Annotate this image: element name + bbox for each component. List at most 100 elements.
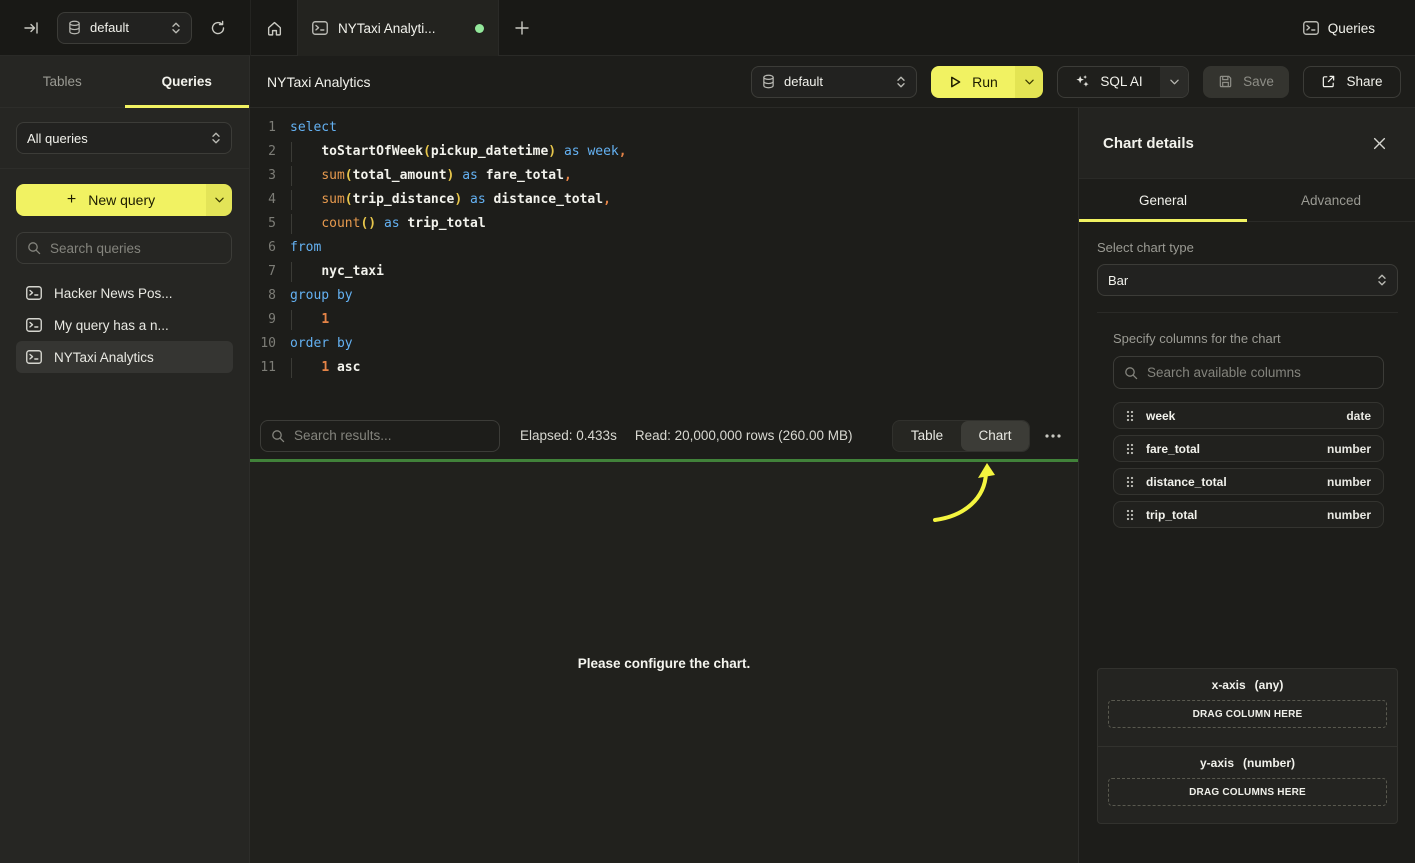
query-item-label: NYTaxi Analytics: [54, 350, 154, 365]
sql-editor[interactable]: 1 select2 toStartOfWeek(pickup_datetime) …: [250, 108, 1078, 412]
queries-menu-button[interactable]: Queries: [1303, 0, 1375, 56]
code-line-6[interactable]: 6from: [250, 236, 1078, 260]
y-axis-drop-zone[interactable]: DRAG COLUMNS HERE: [1108, 778, 1387, 806]
code-line-3[interactable]: 3 sum(total_amount) as fare_total,: [250, 164, 1078, 188]
code-text[interactable]: sum(trip_distance) as distance_total,: [290, 188, 611, 212]
column-row-week[interactable]: week date: [1113, 402, 1384, 429]
collapse-sidebar-icon[interactable]: [14, 11, 48, 45]
more-options-icon[interactable]: [1042, 425, 1064, 447]
code-text[interactable]: from: [290, 236, 321, 260]
drag-handle-icon[interactable]: [1126, 509, 1134, 521]
column-name: fare_total: [1146, 442, 1200, 456]
code-line-8[interactable]: 8group by: [250, 284, 1078, 308]
refresh-icon[interactable]: [202, 12, 234, 44]
database-selector[interactable]: default: [57, 12, 192, 44]
code-text[interactable]: nyc_taxi: [290, 260, 384, 284]
query-filter-select[interactable]: All queries: [16, 122, 232, 154]
code-line-2[interactable]: 2 toStartOfWeek(pickup_datetime) as week…: [250, 140, 1078, 164]
chevron-updown-icon: [171, 21, 181, 35]
code-text[interactable]: 1: [290, 308, 329, 332]
query-list-item[interactable]: My query has a n...: [16, 309, 233, 341]
code-line-5[interactable]: 5 count() as trip_total: [250, 212, 1078, 236]
code-line-9[interactable]: 9 1: [250, 308, 1078, 332]
code-text[interactable]: toStartOfWeek(pickup_datetime) as week,: [290, 140, 627, 164]
query-list-item[interactable]: Hacker News Pos...: [16, 277, 233, 309]
new-query-dropdown[interactable]: [206, 184, 232, 216]
code-text[interactable]: select: [290, 116, 337, 140]
search-results-input[interactable]: [294, 428, 489, 443]
new-tab-button[interactable]: [499, 0, 545, 56]
sql-ai-label: SQL AI: [1100, 74, 1142, 89]
query-terminal-icon: [312, 21, 328, 35]
sidebar-tab-queries[interactable]: Queries: [125, 56, 250, 107]
line-number: 4: [250, 188, 276, 212]
new-query-button[interactable]: + New query: [16, 184, 232, 216]
close-icon[interactable]: [1367, 131, 1391, 155]
column-row-trip-total[interactable]: trip_total number: [1113, 501, 1384, 528]
code-text[interactable]: order by: [290, 332, 353, 356]
run-button[interactable]: Run: [931, 66, 1015, 98]
column-row-distance-total[interactable]: distance_total number: [1113, 468, 1384, 495]
elapsed-time: Elapsed: 0.433s: [520, 428, 617, 443]
line-number: 5: [250, 212, 276, 236]
code-line-1[interactable]: 1 select: [250, 116, 1078, 140]
search-icon: [271, 429, 285, 443]
sidebar: Tables Queries All queries + New query H…: [0, 56, 250, 863]
queries-terminal-icon: [1303, 21, 1319, 35]
column-type: number: [1327, 475, 1371, 489]
query-terminal-icon: [26, 318, 42, 332]
code-text[interactable]: count() as trip_total: [290, 212, 486, 236]
line-number: 1: [250, 116, 276, 140]
line-number: 10: [250, 332, 276, 356]
column-row-fare-total[interactable]: fare_total number: [1113, 435, 1384, 462]
page-title: NYTaxi Analytics: [267, 74, 370, 90]
chevron-down-icon: [215, 197, 224, 203]
save-label: Save: [1243, 74, 1274, 89]
plus-icon: +: [67, 191, 76, 209]
save-button[interactable]: Save: [1203, 66, 1289, 98]
run-database-selector[interactable]: default: [751, 66, 917, 98]
code-text[interactable]: 1 asc: [290, 356, 360, 380]
run-options-dropdown[interactable]: [1015, 66, 1043, 98]
query-terminal-icon: [26, 286, 42, 300]
tab-nytaxi-analytics[interactable]: NYTaxi Analyti...: [297, 0, 499, 56]
code-line-10[interactable]: 10 order by: [250, 332, 1078, 356]
search-queries-input[interactable]: [50, 241, 227, 256]
sql-ai-button-group: SQL AI: [1057, 66, 1189, 98]
share-button[interactable]: Share: [1303, 66, 1401, 98]
sql-ai-button[interactable]: SQL AI: [1058, 67, 1160, 97]
home-icon: [266, 20, 283, 37]
tab-chart-view[interactable]: Chart: [961, 421, 1029, 451]
sidebar-tab-tables[interactable]: Tables: [0, 56, 125, 107]
chart-type-label: Select chart type: [1097, 240, 1398, 255]
sql-ai-dropdown[interactable]: [1160, 67, 1188, 97]
search-columns-input[interactable]: [1147, 365, 1373, 380]
share-icon: [1321, 74, 1336, 89]
query-list-item-selected[interactable]: NYTaxi Analytics: [16, 341, 233, 373]
code-text[interactable]: group by: [290, 284, 353, 308]
chart-panel-tabs: General Advanced: [1079, 178, 1415, 222]
tab-general[interactable]: General: [1079, 179, 1247, 221]
code-line-11[interactable]: 11 1 asc: [250, 356, 1078, 380]
home-button[interactable]: [250, 0, 297, 56]
drag-handle-icon[interactable]: [1126, 476, 1134, 488]
new-query-label: New query: [88, 192, 155, 208]
query-terminal-icon: [26, 350, 42, 364]
drag-handle-icon[interactable]: [1126, 443, 1134, 455]
run-label: Run: [972, 74, 998, 90]
chart-panel-title: Chart details: [1103, 135, 1194, 152]
tab-table-view[interactable]: Table: [893, 421, 961, 451]
x-axis-drop-zone[interactable]: DRAG COLUMN HERE: [1108, 700, 1387, 728]
code-text[interactable]: sum(total_amount) as fare_total,: [290, 164, 572, 188]
axes-config-box: x-axis(any) DRAG COLUMN HERE y-axis(numb…: [1097, 668, 1398, 824]
y-axis-label: y-axis: [1200, 756, 1234, 770]
new-query-main[interactable]: + New query: [16, 184, 206, 216]
tab-advanced[interactable]: Advanced: [1247, 179, 1415, 221]
code-line-4[interactable]: 4 sum(trip_distance) as distance_total,: [250, 188, 1078, 212]
chart-type-select[interactable]: Bar: [1097, 264, 1398, 296]
rows-read: Read: 20,000,000 rows (260.00 MB): [635, 428, 853, 443]
code-line-7[interactable]: 7 nyc_taxi: [250, 260, 1078, 284]
y-axis-zone: y-axis(number) DRAG COLUMNS HERE: [1098, 746, 1397, 823]
column-type: date: [1346, 409, 1371, 423]
drag-handle-icon[interactable]: [1126, 410, 1134, 422]
